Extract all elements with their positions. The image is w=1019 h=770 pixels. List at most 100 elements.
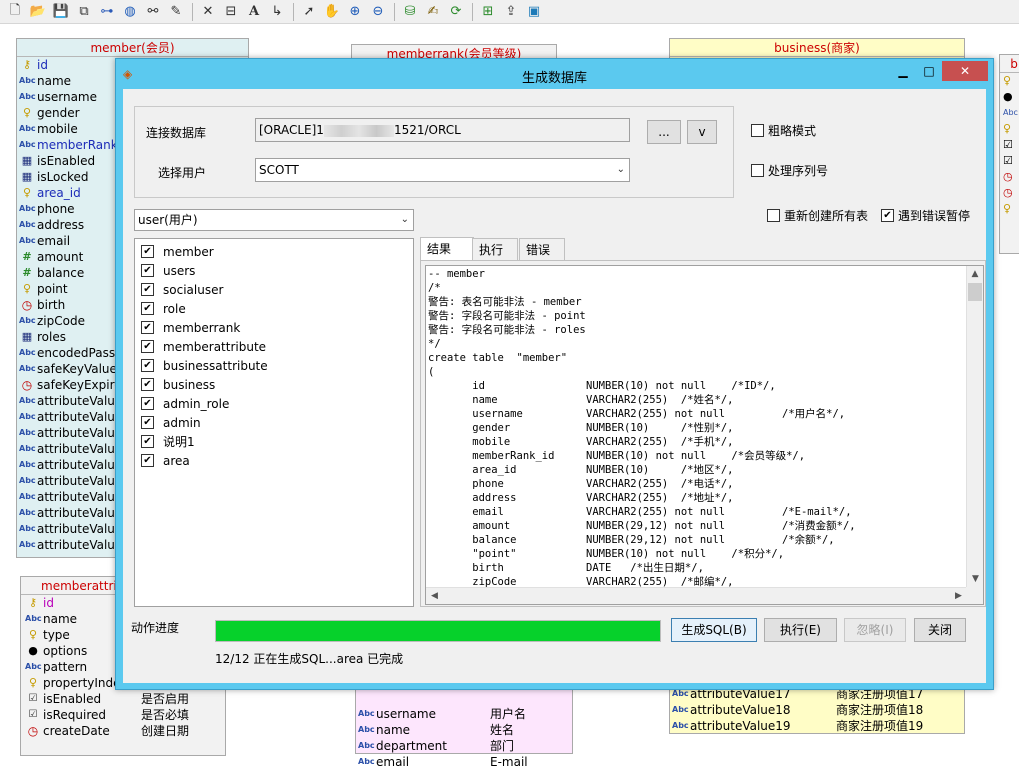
dialog-titlebar[interactable]: ◈ 生成数据库 ▁ □ ✕ [116,59,993,89]
toolbar-separator [192,2,193,21]
sequence-checkbox[interactable]: 处理序列号 [751,162,828,179]
scroll-down-icon[interactable]: ▼ [967,571,983,588]
checkbox-box[interactable]: ✔ [141,378,154,391]
hand-icon[interactable]: ✋ [321,2,343,22]
entity-field[interactable]: ☑ isRequired 是否必填 [21,707,225,723]
entity-field[interactable]: Abc department 部门 [356,738,572,754]
generate-sql-button[interactable]: 生成SQL(B) [671,618,757,642]
field-name: roles [37,330,66,344]
schema-select[interactable]: user(用户) ⌄ [134,209,414,231]
table-list-item[interactable]: ✔ socialuser [141,280,223,299]
table-list-item[interactable]: ✔ role [141,299,186,318]
entity-field[interactable]: Abc attributeValue18 商家注册项值18 [670,702,964,718]
close-button[interactable]: 关闭 [914,618,966,642]
maximize-button[interactable]: □ [916,61,942,81]
eraser-icon[interactable]: ✎ [165,2,187,22]
tab-execute[interactable]: 执行 [472,238,518,260]
ignore-button[interactable]: 忽略(I) [844,618,906,642]
image-icon[interactable]: ▣ [523,2,545,22]
checkbox-box[interactable]: ✔ [141,397,154,410]
checkbox-box[interactable]: ✔ [141,321,154,334]
execute-button[interactable]: 执行(E) [764,618,837,642]
database-icon[interactable]: ⛁ [399,2,421,22]
save-icon[interactable]: 💾 [50,2,72,22]
table-list-item[interactable]: ✔ admin_role [141,394,229,413]
tab-errors[interactable]: 错误 [519,238,565,260]
pointer-icon[interactable]: ➚ [298,2,320,22]
table-name: role [163,301,186,316]
table-list-item[interactable]: ✔ users [141,261,195,280]
checkbox-box[interactable]: ✔ [141,245,154,258]
checkbox-box[interactable]: ✔ [141,283,154,296]
script-icon[interactable]: ✍ [422,2,444,22]
connection-menu-button[interactable]: v [687,120,717,144]
delete-icon[interactable]: ✕ [197,2,219,22]
table-list-item[interactable]: ✔ memberrank [141,318,240,337]
user-select[interactable]: SCOTT ⌄ [255,158,630,182]
open-icon[interactable]: 📂 [27,2,49,22]
table-list-item[interactable]: ✔ 说明1 [141,432,195,451]
connector-icon[interactable]: ↳ [266,2,288,22]
entity-field[interactable]: ◷ createDate 创建日期 [21,723,225,739]
zoom-out-icon[interactable]: ⊖ [367,2,389,22]
tab-results[interactable]: 结果 [420,237,474,261]
zoom-in-icon[interactable]: ⊕ [344,2,366,22]
checkbox-box [751,124,764,137]
scroll-up-icon[interactable]: ▲ [967,266,983,283]
entity-field[interactable]: ☑ isEnabled 是否启用 [21,691,225,707]
entity-field[interactable]: Abc username 用户名 [356,706,572,722]
globe-icon[interactable]: ◍ [119,2,141,22]
entity-businessattribute[interactable]: Abc attributeValue17 商家注册项值17 Abc attributeV… [669,684,965,734]
checkbox-box[interactable]: ✔ [141,359,154,372]
toolbar-separator [472,2,473,21]
checkbox-box[interactable]: ✔ [141,302,154,315]
table-list[interactable]: ✔ member ✔ users ✔ socialuser ✔ role ✔ memberrank… [134,238,414,607]
checkbox-box[interactable]: ✔ [141,435,154,448]
field-name: type [43,628,70,642]
coarse-mode-checkbox[interactable]: 粗略模式 [751,122,816,139]
table-list-item[interactable]: ✔ area [141,451,190,470]
entity-field[interactable]: Abc email E-mail [356,754,572,770]
checkbox-box[interactable]: ✔ [141,454,154,467]
export-icon[interactable]: ⇪ [500,2,522,22]
add-table-icon[interactable]: ⊞ [477,2,499,22]
entity-field[interactable]: Abc attributeValue19 商家注册项值19 [670,718,964,734]
checkbox-box[interactable]: ✔ [141,416,154,429]
table-list-item[interactable]: ✔ member [141,242,214,261]
layout-icon[interactable]: ⊶ [96,2,118,22]
browse-button[interactable]: ... [647,120,681,144]
table-icon[interactable]: ⊟ [220,2,242,22]
table-list-item[interactable]: ✔ businessattribute [141,356,268,375]
scroll-thumb[interactable] [968,283,982,301]
scroll-right-icon[interactable]: ▶ [950,588,967,604]
new-icon[interactable]: 🗋 [4,2,26,22]
checkbox-box[interactable]: ✔ [141,264,154,277]
table-list-item[interactable]: ✔ memberattribute [141,337,266,356]
scroll-left-icon[interactable]: ◀ [426,588,443,604]
entity-field[interactable]: Abc name 姓名 [356,722,572,738]
recreate-tables-checkbox[interactable]: 重新创建所有表 [767,207,868,224]
sql-text[interactable]: -- member /* 警告: 表名可能非法 - member 警告: 字段名… [428,267,966,589]
field-name: phone [37,202,75,216]
copy-icon[interactable]: ⧉ [73,2,95,22]
entity-right-edge[interactable]: b ♀ ● Abc ♀ ☑ ☑ ◷ ◷ ♀ [999,54,1019,254]
sql-output[interactable]: -- member /* 警告: 表名可能非法 - member 警告: 字段名… [425,265,984,605]
text-icon[interactable]: A [243,2,265,22]
field-name: propertyInde [43,676,121,690]
field-name: username [376,707,436,721]
refresh-icon[interactable]: ⟳ [445,2,467,22]
close-window-button[interactable]: ✕ [942,61,988,81]
pause-on-error-checkbox[interactable]: ✔ 遇到错误暂停 [881,207,970,224]
connection-string-field[interactable]: [ORACLE]1 1521/ORCL [255,118,630,142]
entity-users[interactable]: Abc username 用户名 Abc name 姓名 Abc department 部门 Ab… [355,684,573,769]
abc-icon: Abc [19,540,36,549]
minimize-button[interactable]: ▁ [890,61,916,81]
table-list-item[interactable]: ✔ business [141,375,215,394]
table-list-item[interactable]: ✔ admin [141,413,201,432]
checkbox-box[interactable]: ✔ [141,340,154,353]
vertical-scrollbar[interactable]: ▲ ▼ [966,266,983,588]
table-name: admin_role [163,396,230,411]
binoculars-icon[interactable]: ⚯ [142,2,164,22]
field-name: attributeValue [37,522,123,536]
horizontal-scrollbar[interactable]: ◀ ▶ [426,587,967,604]
